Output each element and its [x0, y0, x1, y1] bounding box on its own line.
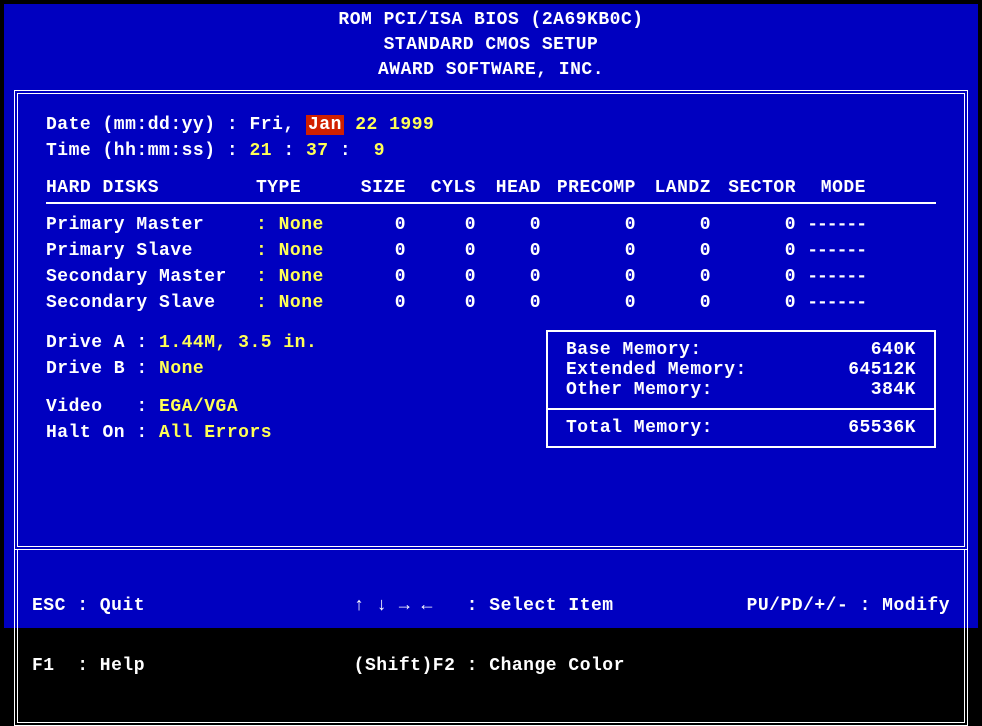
disk-name: Secondary Master	[46, 264, 256, 290]
disk-type-field[interactable]: : None	[256, 212, 336, 238]
date-label: Date (mm:dd:yy)	[46, 115, 216, 135]
disk-precomp: 0	[541, 212, 636, 238]
date-day-field[interactable]: 22	[355, 115, 378, 135]
footer-help-bar: ESC : Quit F1 : Help ↑ ↓ → ← : Select It…	[14, 550, 968, 726]
col-type: TYPE	[256, 178, 336, 198]
disk-table-header: HARD DISKS TYPE SIZE CYLS HEAD PRECOMP L…	[46, 178, 936, 198]
disk-sector: 0	[711, 212, 796, 238]
ext-mem-value: 64512K	[848, 360, 916, 380]
disk-head: 0	[476, 238, 541, 264]
disk-size: 0	[336, 264, 406, 290]
disk-sector: 0	[711, 238, 796, 264]
disk-mode: ------	[796, 238, 866, 264]
disk-type-field[interactable]: : None	[256, 238, 336, 264]
key-f1-help[interactable]: F1 : Help	[32, 656, 232, 676]
header-line1: ROM PCI/ISA BIOS (2A69KB0C)	[14, 8, 968, 33]
drive-b-label: Drive B	[46, 359, 125, 379]
base-mem-value: 640K	[871, 340, 916, 360]
disk-type-field[interactable]: : None	[256, 290, 336, 316]
other-mem-label: Other Memory:	[566, 380, 713, 400]
date-year-field[interactable]: 1999	[389, 115, 434, 135]
disk-table-body: Primary Master: None000000------Primary …	[46, 212, 936, 316]
disk-size: 0	[336, 238, 406, 264]
col-size: SIZE	[336, 178, 406, 198]
key-pupd-modify[interactable]: PU/PD/+/- : Modify	[747, 596, 950, 616]
halt-value[interactable]: All Errors	[159, 423, 272, 443]
disk-cyls: 0	[406, 264, 476, 290]
key-shiftf2-color[interactable]: (Shift)F2 : Change Color	[354, 656, 625, 676]
col-mode: MODE	[796, 178, 866, 198]
disk-type-field[interactable]: : None	[256, 264, 336, 290]
col-cyls: CYLS	[406, 178, 476, 198]
disk-precomp: 0	[541, 238, 636, 264]
disk-precomp: 0	[541, 290, 636, 316]
time-label: Time (hh:mm:ss)	[46, 141, 216, 161]
drive-a-value[interactable]: 1.44M, 3.5 in.	[159, 333, 317, 353]
col-precomp: PRECOMP	[541, 178, 636, 198]
disk-head: 0	[476, 264, 541, 290]
memory-box: Base Memory:640K Extended Memory:64512K …	[546, 330, 936, 448]
disk-row-0: Primary Master: None000000------	[46, 212, 936, 238]
col-head: HEAD	[476, 178, 541, 198]
header-line3: AWARD SOFTWARE, INC.	[14, 58, 968, 83]
base-mem-label: Base Memory:	[566, 340, 702, 360]
disk-mode: ------	[796, 290, 866, 316]
time-hh-field[interactable]: 21	[249, 141, 272, 161]
video-label: Video	[46, 397, 103, 417]
disk-name: Primary Slave	[46, 238, 256, 264]
col-landz: LANDZ	[636, 178, 711, 198]
header-line2: STANDARD CMOS SETUP	[14, 33, 968, 58]
disk-cyls: 0	[406, 212, 476, 238]
disk-sector: 0	[711, 290, 796, 316]
date-month-field[interactable]: Jan	[306, 115, 344, 135]
disk-landz: 0	[636, 212, 711, 238]
disk-landz: 0	[636, 238, 711, 264]
total-mem-value: 65536K	[848, 418, 916, 438]
other-mem-value: 384K	[871, 380, 916, 400]
col-sector: SECTOR	[711, 178, 796, 198]
col-hard-disks: HARD DISKS	[46, 178, 256, 198]
disk-name: Primary Master	[46, 212, 256, 238]
disk-row-3: Secondary Slave: None000000------	[46, 290, 936, 316]
disk-size: 0	[336, 290, 406, 316]
drive-a-label: Drive A	[46, 333, 125, 353]
disk-head: 0	[476, 290, 541, 316]
disk-landz: 0	[636, 290, 711, 316]
disk-sector: 0	[711, 264, 796, 290]
time-ss-field[interactable]: 9	[374, 141, 385, 161]
bios-screen: ROM PCI/ISA BIOS (2A69KB0C) STANDARD CMO…	[0, 0, 982, 632]
halt-label: Halt On	[46, 423, 125, 443]
bios-header: ROM PCI/ISA BIOS (2A69KB0C) STANDARD CMO…	[14, 8, 968, 84]
disk-row-2: Secondary Master: None000000------	[46, 264, 936, 290]
date-dow: Fri,	[249, 115, 294, 135]
disk-mode: ------	[796, 264, 866, 290]
table-divider	[46, 202, 936, 204]
disk-landz: 0	[636, 264, 711, 290]
key-arrows-select[interactable]: ↑ ↓ → ← : Select Item	[354, 596, 625, 616]
time-row: Time (hh:mm:ss) : 21 : 37 : 9	[46, 138, 936, 164]
disk-name: Secondary Slave	[46, 290, 256, 316]
ext-mem-label: Extended Memory:	[566, 360, 747, 380]
time-mm-field[interactable]: 37	[306, 141, 329, 161]
main-panel: Date (mm:dd:yy) : Fri, Jan 22 1999 Time …	[14, 90, 968, 550]
video-value[interactable]: EGA/VGA	[159, 397, 238, 417]
memory-divider	[548, 408, 934, 410]
key-esc-quit[interactable]: ESC : Quit	[32, 596, 232, 616]
disk-precomp: 0	[541, 264, 636, 290]
settings-block: Drive A : 1.44M, 3.5 in. Drive B : None …	[46, 330, 546, 448]
drive-b-value[interactable]: None	[159, 359, 204, 379]
disk-cyls: 0	[406, 290, 476, 316]
total-mem-label: Total Memory:	[566, 418, 713, 438]
disk-size: 0	[336, 212, 406, 238]
disk-cyls: 0	[406, 238, 476, 264]
disk-mode: ------	[796, 212, 866, 238]
disk-head: 0	[476, 212, 541, 238]
disk-row-1: Primary Slave: None000000------	[46, 238, 936, 264]
date-row: Date (mm:dd:yy) : Fri, Jan 22 1999	[46, 112, 936, 138]
